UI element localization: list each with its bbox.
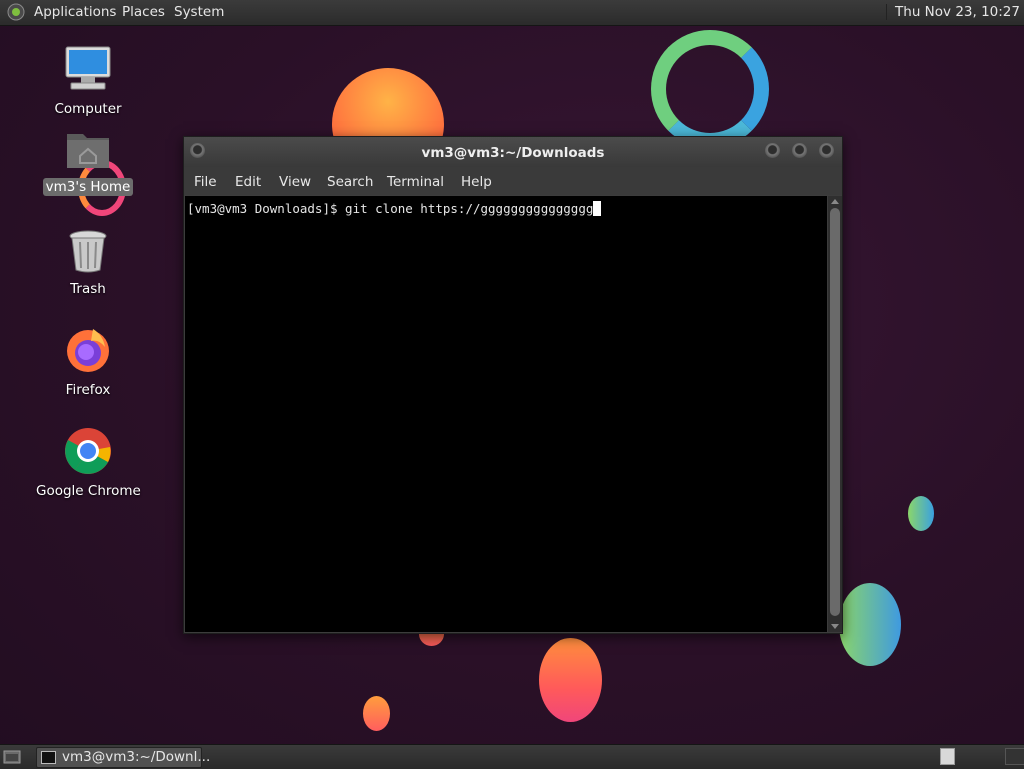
menu-places[interactable]: Places — [122, 4, 165, 20]
window-titlebar[interactable]: vm3@vm3:~/Downloads — [184, 137, 842, 167]
desktop-icon-firefox[interactable]: Firefox — [33, 325, 143, 399]
home-folder-icon — [67, 134, 109, 168]
scroll-down-arrow-icon[interactable] — [831, 624, 839, 629]
clock[interactable]: Thu Nov 23, 10:27 — [886, 4, 1020, 20]
scroll-up-arrow-icon[interactable] — [831, 199, 839, 204]
desktop-icon-label: Computer — [54, 101, 122, 117]
scrollbar-thumb[interactable] — [830, 208, 840, 616]
desktop-icon-label: Google Chrome — [36, 483, 141, 499]
prompt-text: [vm3@vm3 Downloads]$ git clone https://g… — [187, 201, 594, 216]
menu-edit[interactable]: Edit — [235, 174, 261, 190]
top-panel: Applications Places System Thu Nov 23, 1… — [0, 0, 1024, 26]
menu-view[interactable]: View — [279, 174, 311, 190]
terminal-scrollbar[interactable] — [828, 196, 842, 632]
taskbar-window-button[interactable]: vm3@vm3:~/Downl... — [36, 747, 210, 768]
minimize-button[interactable] — [765, 143, 780, 158]
terminal-output[interactable]: [vm3@vm3 Downloads]$ git clone https://g… — [185, 196, 827, 632]
bottom-panel: vm3@vm3:~/Downl... — [0, 744, 1024, 769]
desktop-icon-chrome[interactable]: Google Chrome — [33, 426, 143, 500]
window-title: vm3@vm3:~/Downloads — [421, 145, 605, 161]
desktop-icon-label: vm3's Home — [42, 178, 134, 196]
computer-icon — [65, 46, 111, 90]
wallpaper-green-blue-dot — [908, 496, 934, 531]
desktop-icon-label: Firefox — [65, 382, 111, 398]
wallpaper-ring — [651, 30, 769, 148]
applications-logo-icon[interactable] — [7, 3, 25, 21]
terminal-window: vm3@vm3:~/Downloads File Edit View Searc… — [183, 136, 843, 634]
wallpaper-green-blue-bubble — [839, 583, 901, 666]
menu-file[interactable]: File — [194, 174, 217, 190]
workspace-1[interactable] — [940, 748, 955, 765]
menu-system[interactable]: System — [174, 4, 224, 20]
terminal-app-icon — [41, 751, 56, 764]
text-cursor — [593, 201, 602, 216]
workspace-2[interactable] — [1005, 748, 1024, 765]
firefox-icon — [67, 329, 109, 372]
menu-applications[interactable]: Applications — [34, 4, 116, 20]
taskbar-window-label: vm3@vm3:~/Downl... — [62, 749, 211, 765]
wallpaper-orange-pink-bubble — [539, 638, 602, 722]
desktop-icon-label: Trash — [70, 281, 106, 297]
maximize-button[interactable] — [792, 143, 807, 158]
trash-icon — [69, 230, 107, 273]
menu-help[interactable]: Help — [461, 174, 492, 190]
terminal-menubar: File Edit View Search Terminal Help — [184, 167, 842, 195]
command-line: [vm3@vm3 Downloads]$ git clone https://g… — [187, 201, 602, 216]
desktop-icon-home[interactable]: vm3's Home — [33, 128, 143, 196]
desktop-icon-computer[interactable]: Computer — [33, 44, 143, 118]
menu-search[interactable]: Search — [327, 174, 373, 190]
menu-terminal[interactable]: Terminal — [387, 174, 444, 190]
wallpaper-orange-small — [363, 696, 390, 731]
desktop-icon-trash[interactable]: Trash — [33, 228, 143, 298]
close-button[interactable] — [819, 143, 834, 158]
chrome-icon — [65, 428, 111, 474]
show-desktop-icon[interactable] — [3, 749, 21, 764]
